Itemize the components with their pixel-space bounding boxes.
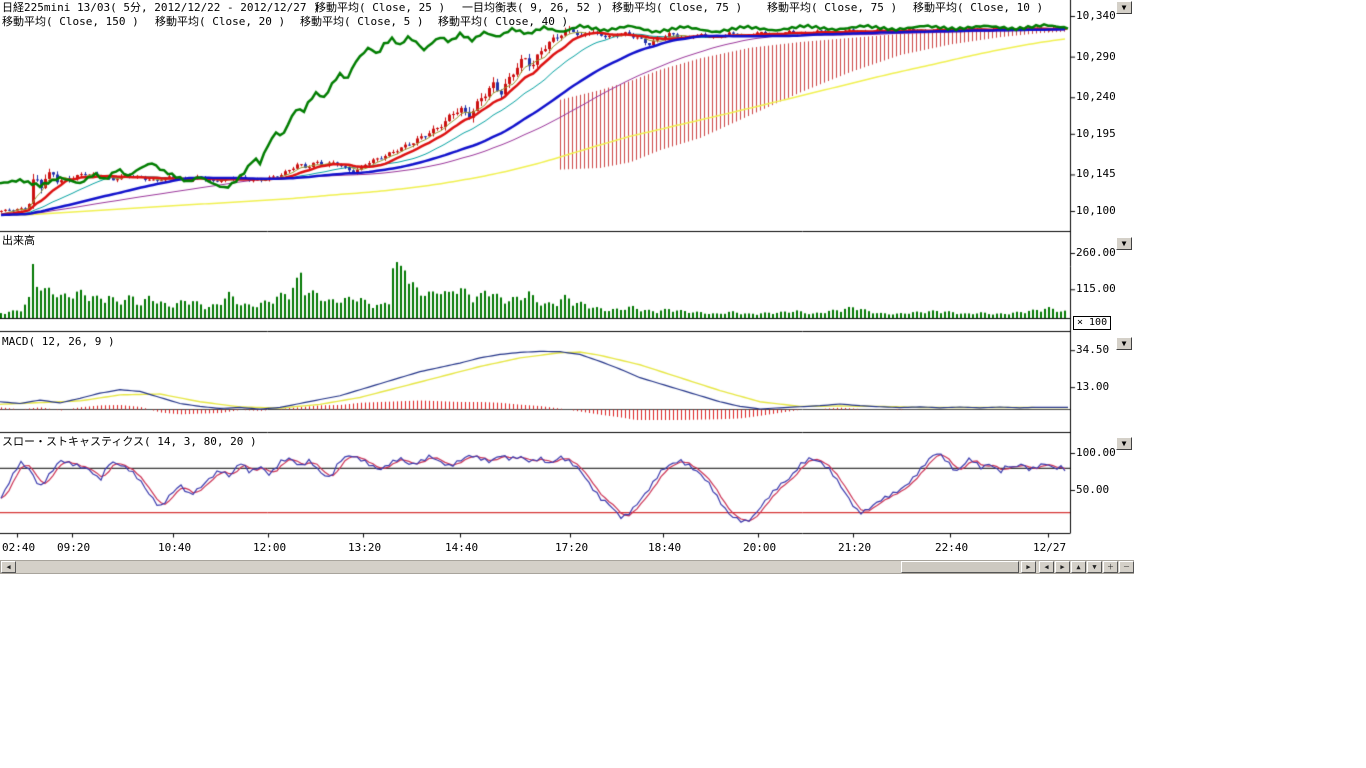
scrollbar-tool-button[interactable]: ◀ (1039, 561, 1054, 573)
scrollbar-tool-button[interactable]: ＋ (1103, 561, 1118, 573)
controls-layer: ▼ ▼ ▼ ▼ ◀ ▶ ◀▶▲▼＋－ (0, 0, 1366, 768)
scrollbar-left-arrow-icon[interactable]: ◀ (1, 561, 16, 573)
scrollbar-right-arrow-icon[interactable]: ▶ (1021, 561, 1036, 573)
volume-pane-menu-button[interactable]: ▼ (1116, 237, 1132, 250)
scrollbar-tool-button[interactable]: ▼ (1087, 561, 1102, 573)
scrollbar-tool-button[interactable]: ▲ (1071, 561, 1086, 573)
chart-horizontal-scrollbar[interactable]: ◀ ▶ ◀▶▲▼＋－ (0, 560, 1134, 574)
stochastics-pane-menu-button[interactable]: ▼ (1116, 437, 1132, 450)
scrollbar-thumb[interactable] (901, 561, 1019, 573)
chart-application-window: 日経225mini 13/03( 5分, 2012/12/22 - 2012/1… (0, 0, 1366, 768)
macd-pane-menu-button[interactable]: ▼ (1116, 337, 1132, 350)
price-pane-menu-button[interactable]: ▼ (1116, 1, 1132, 14)
scrollbar-tool-button[interactable]: ▶ (1055, 561, 1070, 573)
scrollbar-tool-button[interactable]: － (1119, 561, 1134, 573)
